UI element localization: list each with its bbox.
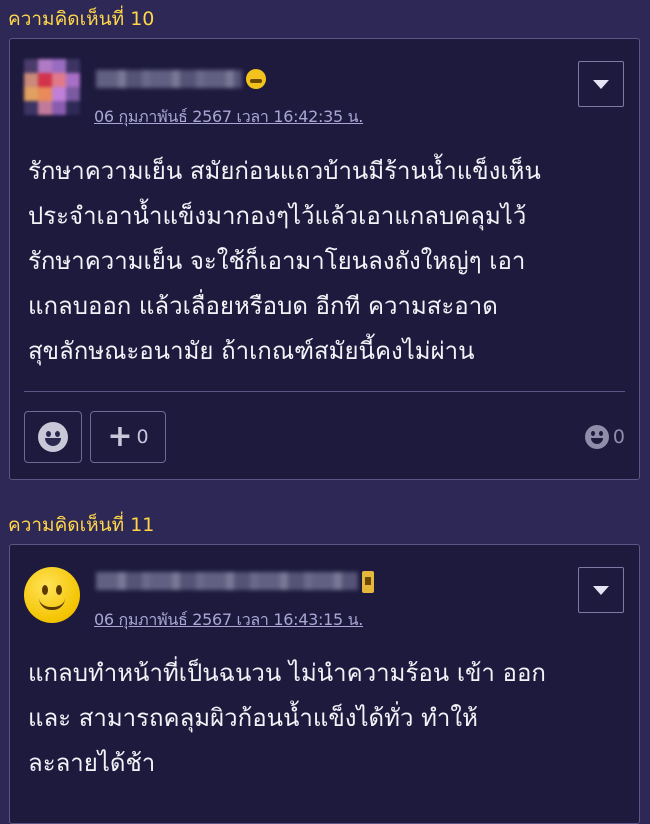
comment-menu-button[interactable] xyxy=(578,61,624,107)
username[interactable] xyxy=(96,572,358,590)
pixelated-avatar-icon xyxy=(24,59,80,115)
avatar[interactable] xyxy=(24,59,80,115)
comment-text: แกลบทำหน้าที่เป็นฉนวน ไม่นำความร้อน เข้า… xyxy=(28,659,546,777)
smiley-icon xyxy=(584,425,609,449)
comment-timestamp[interactable]: 06 กุมภาพันธ์ 2567 เวลา 16:42:35 น. xyxy=(94,105,363,130)
divider xyxy=(24,391,625,392)
comment-number-label: ความคิดเห็นที่ 11 xyxy=(8,514,155,536)
comment-menu-button[interactable] xyxy=(578,567,624,613)
emoji-react-button[interactable] xyxy=(24,411,82,463)
comment-timestamp[interactable]: 06 กุมภาพันธ์ 2567 เวลา 16:43:15 น. xyxy=(94,608,363,633)
emoji-reaction-count[interactable]: 0 xyxy=(584,425,625,449)
comment-number-label: ความคิดเห็นที่ 10 xyxy=(8,8,155,30)
comment-card: 06 กุมภาพันธ์ 2567 เวลา 16:43:15 น. แกลบ… xyxy=(9,544,640,824)
chevron-down-icon xyxy=(593,79,609,89)
comment-card: 06 กุมภาพันธ์ 2567 เวลา 16:42:35 น. รักษ… xyxy=(9,38,640,480)
chevron-down-icon xyxy=(593,585,609,595)
laughing-emoji-icon xyxy=(246,69,266,89)
emoji-count-value: 0 xyxy=(612,426,625,448)
plus-count: 0 xyxy=(136,426,149,448)
comment-text: รักษาความเย็น สมัยก่อนแถวบ้านมีร้านน้ำแข… xyxy=(28,157,541,365)
member-badge-icon xyxy=(362,571,374,593)
plus-one-button[interactable]: + 0 xyxy=(90,411,166,463)
username[interactable] xyxy=(96,70,242,88)
yellow-smiley-avatar-icon[interactable] xyxy=(24,567,80,623)
smiley-icon xyxy=(38,422,68,452)
plus-icon: + xyxy=(107,419,133,454)
